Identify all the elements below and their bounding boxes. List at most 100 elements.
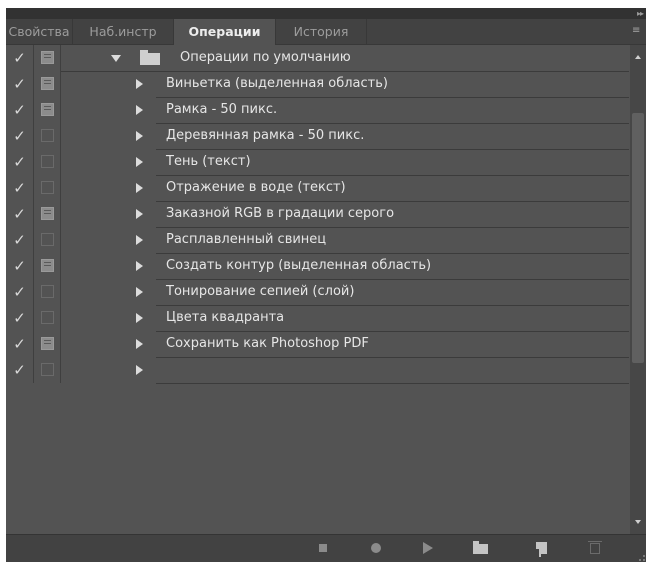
action-row[interactable]: ✓ Отражение в воде (текст) [6,175,629,202]
new-set-button[interactable] [471,540,491,556]
action-label: Расплавленный свинец [166,232,327,247]
expand-chevron-down-icon[interactable] [111,55,121,62]
toggle-dialog-checkbox[interactable] [34,123,61,149]
action-label: Тень (текст) [166,154,251,169]
expand-triangle-icon[interactable] [136,183,143,193]
scroll-up-arrow-icon[interactable] [635,55,641,59]
action-label: Сохранить как Photoshop PDF [166,336,369,351]
dialog-icon [41,285,54,298]
toggle-item-checkbox[interactable]: ✓ [6,305,34,331]
action-label: Виньетка (выделенная область) [166,76,388,91]
toggle-item-checkbox[interactable]: ✓ [6,175,34,201]
scroll-thumb[interactable] [632,113,644,363]
record-button[interactable] [367,540,387,556]
action-label: Деревянная рамка - 50 пикс. [166,128,365,143]
tab-properties[interactable]: Свойства [6,19,73,44]
toggle-item-checkbox[interactable]: ✓ [6,97,34,123]
action-row[interactable]: ✓ Тонирование сепией (слой) [6,279,629,306]
dialog-icon [41,259,54,272]
toggle-dialog-checkbox[interactable] [34,331,61,357]
scroll-down-arrow-icon[interactable] [635,520,641,524]
action-row[interactable]: ✓ Виньетка (выделенная область) [6,71,629,98]
play-icon [423,542,433,554]
toggle-dialog-checkbox[interactable] [34,357,61,383]
trash-icon [588,541,602,554]
toggle-item-checkbox[interactable]: ✓ [6,279,34,305]
action-label: Создать контур (выделенная область) [166,258,432,273]
expand-triangle-icon[interactable] [136,339,143,349]
toggle-item-checkbox[interactable]: ✓ [6,201,34,227]
action-row[interactable]: ✓ Расплавленный свинец [6,227,629,254]
check-icon: ✓ [13,231,26,249]
expand-triangle-icon[interactable] [136,131,143,141]
dialog-icon [41,103,54,116]
vertical-scrollbar[interactable] [630,45,646,534]
expand-triangle-icon[interactable] [136,79,143,89]
expand-triangle-icon[interactable] [136,261,143,271]
stop-button[interactable] [314,540,334,556]
toggle-dialog-checkbox[interactable] [34,175,61,201]
panel-menu-icon[interactable]: ≡ [632,26,644,36]
toggle-item-checkbox[interactable]: ✓ [6,123,34,149]
dialog-icon [41,129,54,142]
toggle-dialog-checkbox[interactable] [34,305,61,331]
action-row[interactable]: ✓ Тень (текст) [6,149,629,176]
dialog-icon [41,233,54,246]
check-icon: ✓ [13,127,26,145]
action-label: Цвета квадранта [166,310,285,325]
tab-actions[interactable]: Операции [174,19,276,45]
action-set-label: Операции по умолчанию [180,50,351,65]
check-icon: ✓ [13,49,26,67]
action-row[interactable]: ✓ [6,357,629,384]
action-row[interactable]: ✓ Цвета квадранта [6,305,629,332]
toggle-item-checkbox[interactable]: ✓ [6,331,34,357]
dialog-icon [41,337,54,350]
toggle-item-checkbox[interactable]: ✓ [6,253,34,279]
check-icon: ✓ [13,75,26,93]
row-background [156,358,629,384]
delete-button[interactable] [586,540,606,556]
toggle-dialog-checkbox[interactable] [34,45,61,71]
dialog-icon [41,207,54,220]
toggle-dialog-checkbox[interactable] [34,149,61,175]
toggle-item-checkbox[interactable]: ✓ [6,71,34,97]
toggle-dialog-checkbox[interactable] [34,71,61,97]
stop-icon [319,544,327,552]
play-button[interactable] [418,540,438,556]
toggle-item-checkbox[interactable]: ✓ [6,45,34,71]
expand-triangle-icon[interactable] [136,209,143,219]
expand-triangle-icon[interactable] [136,157,143,167]
toggle-dialog-checkbox[interactable] [34,97,61,123]
check-icon: ✓ [13,101,26,119]
expand-triangle-icon[interactable] [136,313,143,323]
action-row[interactable]: ✓ Заказной RGB в градации серого [6,201,629,228]
action-row[interactable]: ✓ Сохранить как Photoshop PDF [6,331,629,358]
toggle-item-checkbox[interactable]: ✓ [6,357,34,383]
action-row[interactable]: ✓ Рамка - 50 пикс. [6,97,629,124]
action-row[interactable]: ✓ Деревянная рамка - 50 пикс. [6,123,629,150]
check-icon: ✓ [13,205,26,223]
tab-history[interactable]: История [276,19,367,44]
expand-triangle-icon[interactable] [136,287,143,297]
resize-grip-icon[interactable] [639,555,645,561]
toggle-dialog-checkbox[interactable] [34,201,61,227]
toggle-item-checkbox[interactable]: ✓ [6,149,34,175]
collapse-icon[interactable]: ▸▸ [637,9,644,18]
dialog-icon [41,363,54,376]
action-set-row[interactable]: ✓ Операции по умолчанию [6,45,629,72]
panel-title-bar[interactable]: ▸▸ [6,8,646,19]
new-action-button[interactable] [532,540,552,557]
expand-triangle-icon[interactable] [136,105,143,115]
toggle-dialog-checkbox[interactable] [34,279,61,305]
tab-tool-presets[interactable]: Наб.инстр [73,19,174,44]
actions-panel: ▸▸ Свойства Наб.инстр Операции История ≡… [6,8,646,562]
action-label: Рамка - 50 пикс. [166,102,278,117]
toggle-dialog-checkbox[interactable] [34,253,61,279]
expand-triangle-icon[interactable] [136,235,143,245]
expand-triangle-icon[interactable] [136,365,143,375]
folder-icon [473,541,488,554]
toggle-dialog-checkbox[interactable] [34,227,61,253]
toggle-item-checkbox[interactable]: ✓ [6,227,34,253]
dialog-icon [41,77,54,90]
action-row[interactable]: ✓ Создать контур (выделенная область) [6,253,629,280]
